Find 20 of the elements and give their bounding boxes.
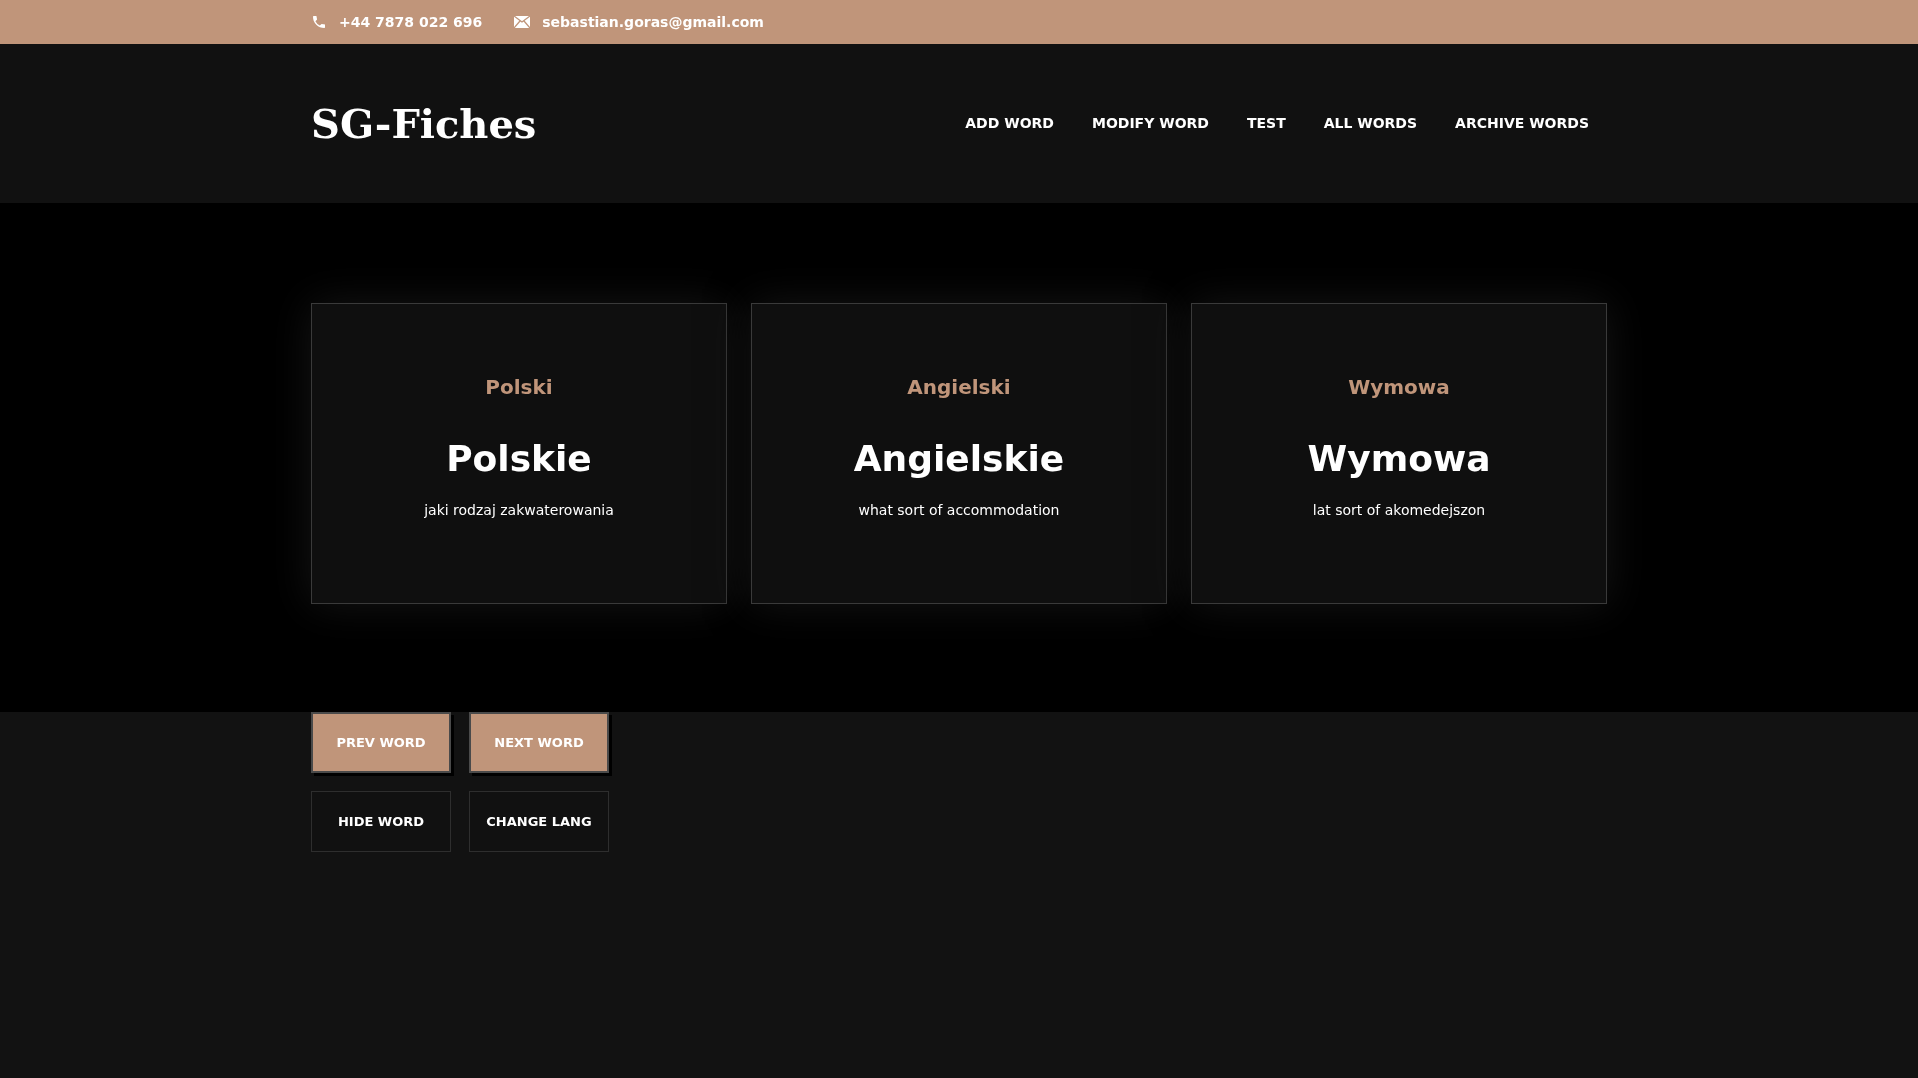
card-phrase: lat sort of akomedejszon	[1312, 501, 1486, 520]
logo[interactable]: SG-Fiches	[311, 93, 537, 154]
nav-link[interactable]: TEST	[1246, 113, 1286, 134]
card-label: Angielski	[907, 374, 1011, 401]
card-label: Wymowa	[1348, 374, 1450, 401]
envelope-icon	[514, 16, 531, 28]
action-button[interactable]: HIDE WORD	[311, 791, 451, 852]
card-word: Wymowa	[1307, 437, 1491, 481]
nav-link[interactable]: ARCHIVE WORDS	[1455, 113, 1589, 134]
action-button[interactable]: CHANGE LANG	[469, 791, 609, 852]
nav-link[interactable]: ADD WORD	[965, 113, 1054, 134]
card-label: Polski	[485, 374, 553, 401]
phone-number: +44 7878 022 696	[339, 12, 483, 32]
card-phrase: what sort of accommodation	[858, 501, 1060, 520]
card-phrase: jaki rodzaj zakwaterowania	[424, 501, 614, 520]
card-word: Angielskie	[853, 437, 1065, 481]
nav-link[interactable]: MODIFY WORD	[1091, 113, 1209, 134]
phone-icon	[311, 14, 327, 30]
card-word: Polskie	[446, 437, 592, 481]
nav-link[interactable]: ALL WORDS	[1323, 113, 1418, 134]
